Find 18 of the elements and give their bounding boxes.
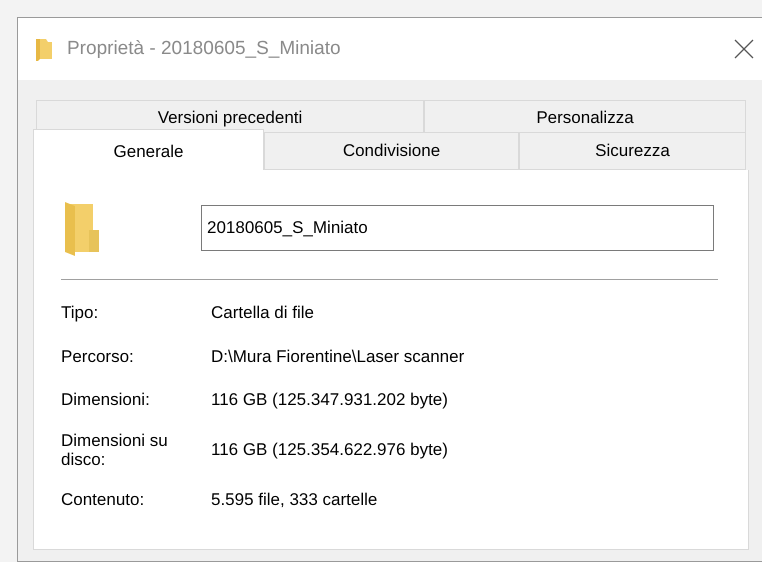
tab[interactable]: Condivisione [264, 132, 519, 170]
tab[interactable]: Personalizza [424, 100, 746, 135]
folder-icon [34, 37, 54, 61]
property-value: D:\Mura Fiorentine\Laser scanner [211, 346, 464, 368]
property-label: Dimensioni su disco: [61, 430, 169, 468]
close-icon[interactable] [734, 39, 754, 59]
property-label: Contenuto: [61, 490, 146, 509]
property-value: 116 GB (125.347.931.202 byte) [211, 389, 448, 411]
property-value: 116 GB (125.354.622.976 byte) [211, 438, 448, 461]
property-label: Tipo: [61, 303, 100, 322]
property-value: 5.595 file, 333 cartelle [211, 488, 378, 510]
property-value: Cartella di file [211, 302, 314, 324]
property-label: Dimensioni: [61, 390, 151, 410]
window-title: Proprietà - 20180605_S_Miniato [67, 36, 341, 61]
tab[interactable]: Sicurezza [519, 132, 746, 170]
property-label: Percorso: [61, 346, 135, 366]
tab[interactable]: Generale [33, 129, 264, 170]
name-field[interactable]: 20180605_S_Miniato [201, 205, 714, 251]
